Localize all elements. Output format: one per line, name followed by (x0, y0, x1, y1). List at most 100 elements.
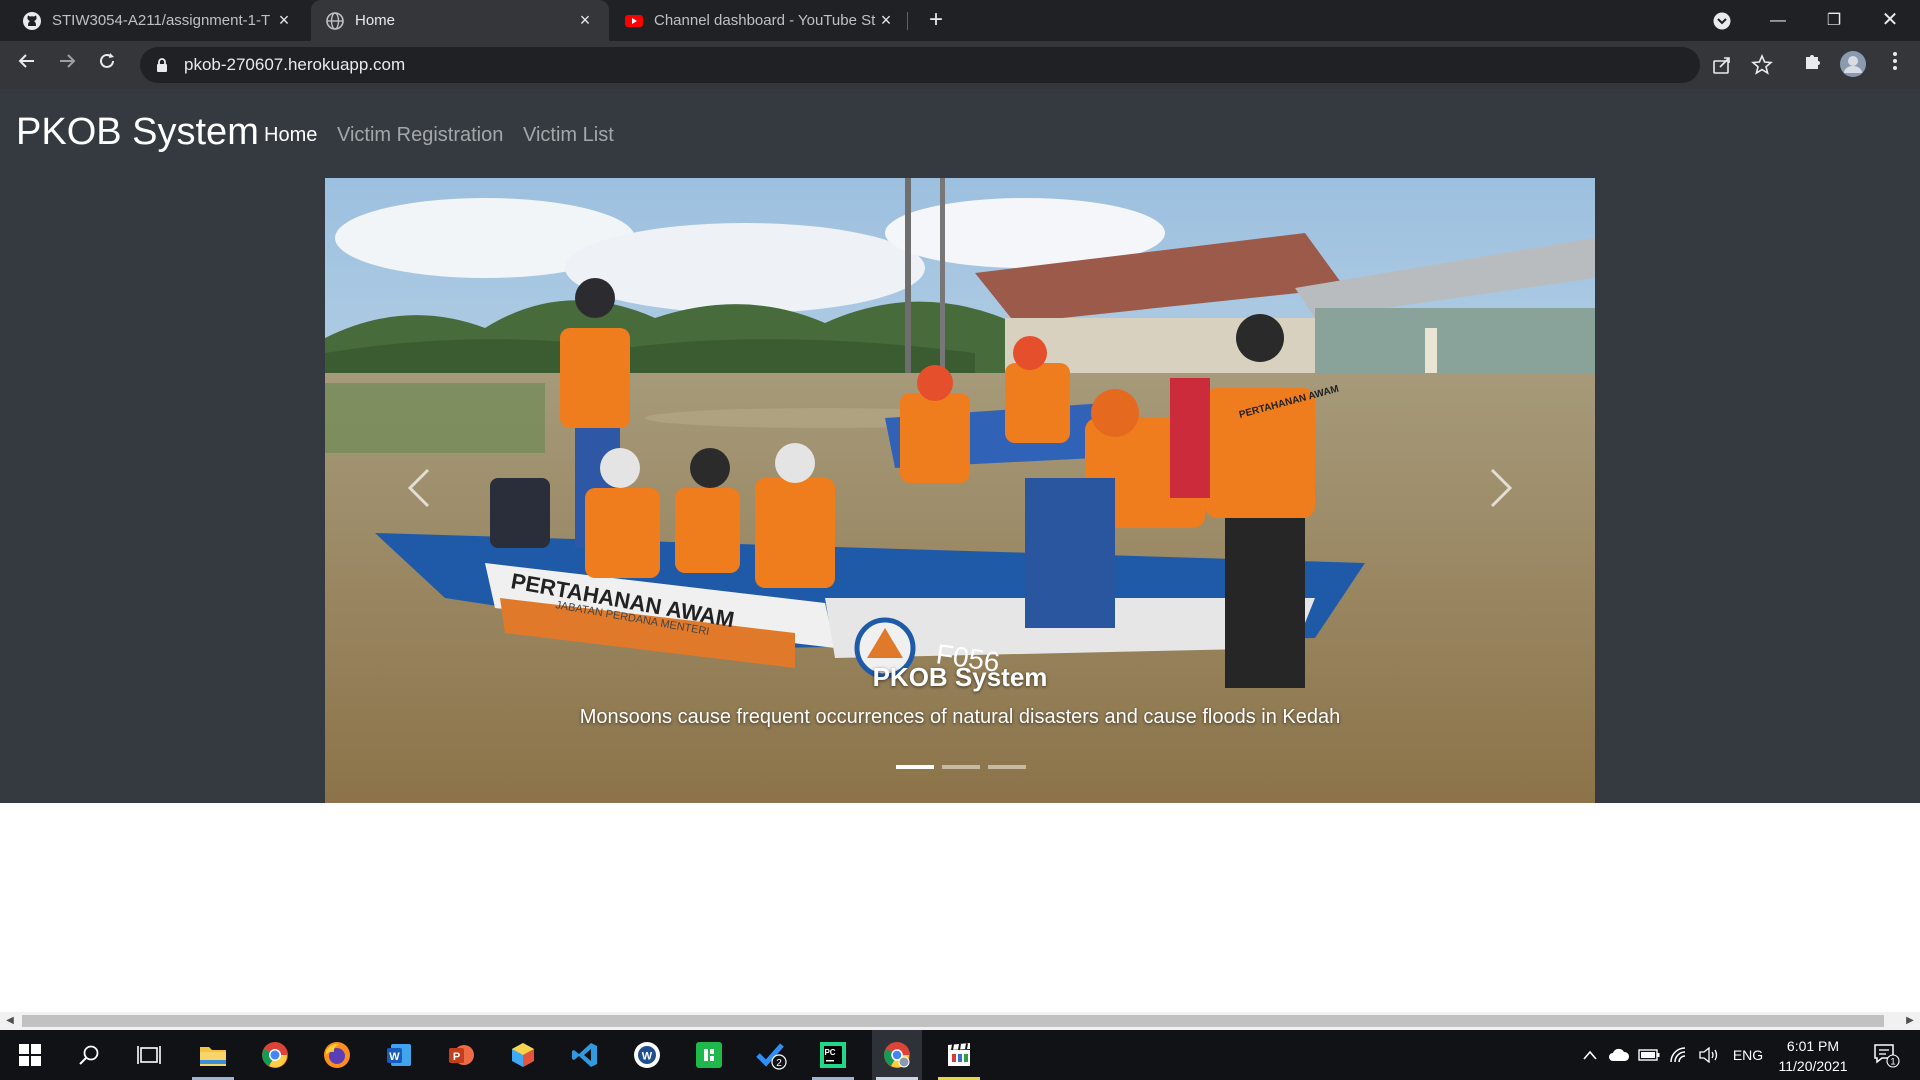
vscode-app[interactable] (560, 1030, 610, 1080)
close-window-button[interactable]: ✕ (1862, 0, 1918, 41)
clapper-app[interactable] (934, 1030, 984, 1080)
tab-close-icon[interactable]: × (876, 10, 896, 31)
wifi-button[interactable] (1666, 1030, 1692, 1080)
nav-victim-list[interactable]: Victim List (523, 124, 614, 147)
w-circle-icon: W (634, 1042, 660, 1068)
back-button[interactable] (12, 50, 42, 80)
tab-github[interactable]: STIW3054-A211/assignment-1-T × (8, 0, 308, 41)
restore-button[interactable]: ❐ (1806, 0, 1862, 41)
nav-home[interactable]: Home (264, 124, 317, 147)
chevron-left-icon (407, 468, 430, 508)
new-tab-button[interactable]: + (922, 6, 950, 34)
tab-title: STIW3054-A211/assignment-1-T (52, 12, 271, 29)
clock-date: 11/20/2021 (1778, 1058, 1848, 1074)
extensions-button[interactable] (1798, 50, 1828, 80)
carousel-caption-title: PKOB System (872, 662, 1048, 692)
battery-button[interactable] (1636, 1030, 1662, 1080)
cube-app[interactable] (498, 1030, 548, 1080)
battery-icon (1638, 1049, 1660, 1061)
chrome-profile-app[interactable] (872, 1030, 922, 1080)
svg-text:PC: PC (824, 1048, 835, 1057)
reload-button[interactable] (92, 50, 122, 80)
profile-button[interactable] (1838, 50, 1868, 80)
windows-logo-icon (19, 1044, 41, 1066)
green-app-icon (696, 1042, 722, 1068)
start-button[interactable] (5, 1030, 55, 1080)
scroll-right-arrow-icon[interactable]: ▶ (1902, 1014, 1918, 1028)
carousel-indicator[interactable] (988, 765, 1026, 769)
site-brand[interactable]: PKOB System (16, 111, 259, 154)
scroll-left-arrow-icon[interactable]: ◀ (2, 1014, 18, 1028)
powerpoint-icon: P (449, 1045, 474, 1065)
horizontal-scrollbar[interactable]: ◀ ▶ (0, 1012, 1920, 1030)
task-view-button[interactable] (124, 1030, 174, 1080)
todo-app[interactable]: 2 (746, 1030, 796, 1080)
cloud-icon (1609, 1048, 1630, 1061)
svg-text:P: P (453, 1051, 460, 1063)
tab-close-icon[interactable]: × (575, 10, 595, 31)
tab-title: Home (355, 12, 396, 29)
onedrive-button[interactable] (1606, 1030, 1632, 1080)
carousel-caption-text: Monsoons cause frequent occurrences of n… (579, 706, 1341, 728)
task-view-icon (137, 1046, 161, 1064)
carousel-indicator[interactable] (942, 765, 980, 769)
scrollbar-thumb[interactable] (22, 1015, 1884, 1027)
carousel-next-button[interactable] (1460, 448, 1540, 528)
tab-search-button[interactable] (1694, 0, 1750, 41)
w-app[interactable]: W (622, 1030, 672, 1080)
system-clock[interactable]: 6:01 PM 11/20/2021 (1770, 1036, 1856, 1076)
tab-close-icon[interactable]: × (274, 10, 294, 31)
github-icon (23, 11, 41, 30)
firefox-app[interactable] (312, 1030, 362, 1080)
tab-youtube[interactable]: Channel dashboard - YouTube St × (610, 0, 910, 41)
chevron-down-circle-icon (1713, 12, 1731, 30)
taskbar-search-button[interactable] (64, 1030, 114, 1080)
green-app[interactable] (684, 1030, 734, 1080)
nav-victim-registration[interactable]: Victim Registration (337, 124, 503, 147)
reload-icon (100, 53, 114, 68)
volume-button[interactable] (1696, 1030, 1722, 1080)
chevron-up-icon (1583, 1050, 1597, 1060)
site-navbar: PKOB System Home Victim Registration Vic… (0, 89, 1920, 803)
tab-separator (907, 12, 908, 30)
web-page: PKOB System Home Victim Registration Vic… (0, 89, 1920, 1013)
word-app[interactable]: W (374, 1030, 424, 1080)
carousel-prev-button[interactable] (380, 448, 460, 528)
tray-overflow-button[interactable] (1578, 1030, 1602, 1080)
menu-button[interactable] (1880, 50, 1910, 80)
kebab-menu-icon (1893, 52, 1897, 70)
action-center-button[interactable]: 1 (1866, 1030, 1906, 1080)
cube-icon (512, 1043, 534, 1067)
carousel-indicators (896, 765, 1026, 769)
tab-title: Channel dashboard - YouTube St (654, 12, 876, 29)
language-indicator[interactable]: ENG (1728, 1030, 1768, 1080)
notification-count: 1 (1890, 1057, 1895, 1067)
lock-icon (157, 58, 167, 72)
powerpoint-app[interactable]: P (436, 1030, 486, 1080)
folder-icon (200, 1047, 226, 1066)
carousel-indicator[interactable] (896, 765, 934, 769)
globe-icon (326, 11, 344, 30)
hero-carousel: PERTAHANAN AWAM JABATAN PERDANA MENTERI … (325, 178, 1595, 803)
firefox-icon (324, 1042, 350, 1068)
forward-button[interactable] (52, 50, 82, 80)
star-icon[interactable] (1750, 53, 1774, 77)
svg-text:W: W (389, 1051, 400, 1063)
minimize-button[interactable]: — (1750, 0, 1806, 41)
share-icon[interactable] (1710, 53, 1734, 77)
puzzle-icon (1806, 55, 1820, 69)
avatar (1840, 51, 1866, 77)
chrome-icon (262, 1042, 288, 1068)
youtube-icon (625, 14, 643, 27)
pycharm-app[interactable]: PC (808, 1030, 858, 1080)
pycharm-icon: PC (820, 1042, 846, 1068)
file-explorer-app[interactable] (188, 1030, 238, 1080)
svg-text:W: W (642, 1051, 653, 1063)
windows-taskbar: W P W 2 PC ENG 6:01 PM 11/20/2021 1 (0, 1030, 1920, 1080)
chrome-app[interactable] (250, 1030, 300, 1080)
notification-icon: 1 (1874, 1044, 1900, 1068)
arrow-right-icon (60, 54, 76, 68)
tab-home[interactable]: Home × (311, 0, 609, 41)
address-bar[interactable]: pkob-270607.herokuapp.com (140, 47, 1773, 83)
search-icon (79, 1045, 99, 1065)
